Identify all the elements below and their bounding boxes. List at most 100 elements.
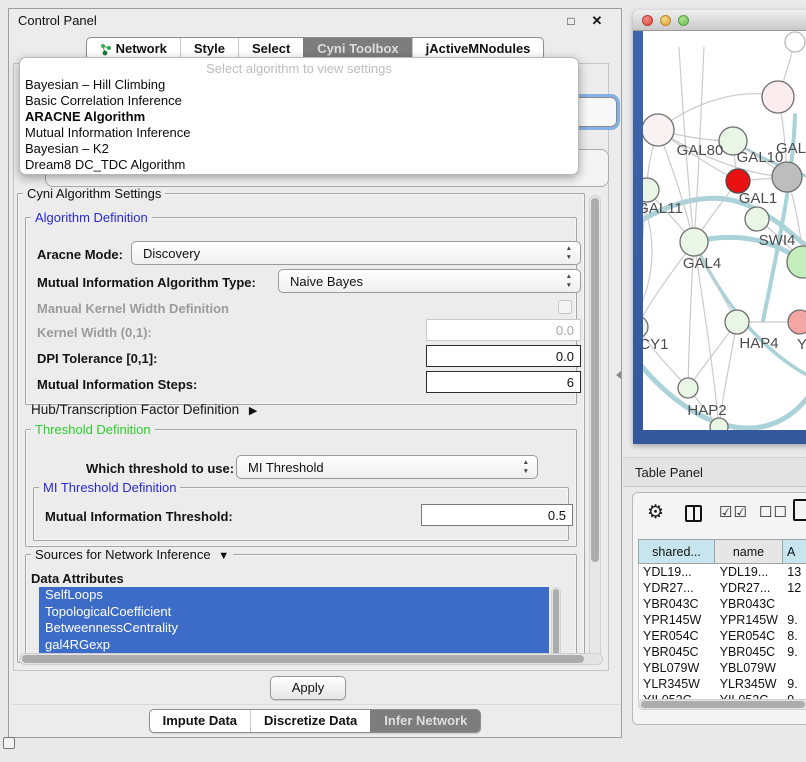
- node-gray[interactable]: [772, 162, 802, 192]
- node-gal4[interactable]: [680, 228, 708, 256]
- kernel-width-label: Kernel Width (0,1):: [37, 325, 152, 340]
- node-swi4[interactable]: [745, 207, 769, 231]
- select-all-checkboxes-icon[interactable]: ☑☑: [719, 503, 748, 521]
- stepper-arrows-icon: ▲▼: [566, 272, 572, 290]
- gear-icon[interactable]: ⚙: [647, 502, 664, 524]
- node-label: GAL11: [643, 200, 683, 217]
- table-row[interactable]: YBL079W YBL079W: [639, 660, 806, 676]
- node-gal-partial[interactable]: [762, 81, 794, 113]
- network-window-titlebar[interactable]: [633, 10, 806, 31]
- table-row[interactable]: YBR045C YBR045C 9.: [639, 644, 806, 660]
- mi-threshold-label: Mutual Information Threshold:: [45, 509, 233, 524]
- mi-steps-field[interactable]: 6: [426, 371, 581, 393]
- node-label: HAP2: [687, 402, 726, 419]
- zoom-traffic-light-icon[interactable]: [678, 15, 689, 26]
- node-label: GCY1: [643, 336, 668, 353]
- attribute-item-selected[interactable]: gal4RGexp: [39, 637, 549, 654]
- close-icon[interactable]: ✕: [587, 9, 607, 33]
- aracne-mode-combobox[interactable]: Discovery ▲▼: [131, 241, 581, 265]
- attribute-item-selected[interactable]: BetweennessCentrality: [39, 620, 549, 637]
- dock-panel-mini-icon[interactable]: [3, 737, 15, 749]
- stepper-arrows-icon: ▲▼: [566, 244, 572, 262]
- cyni-settings-group-title: Cyni Algorithm Settings: [23, 186, 165, 201]
- algorithm-option[interactable]: Mutual Information Inference: [20, 125, 578, 141]
- sources-group-title[interactable]: Sources for Network Inference ▼: [31, 547, 233, 562]
- tab-impute-data[interactable]: Impute Data: [150, 710, 250, 732]
- float-window-icon[interactable]: □: [561, 9, 581, 33]
- node-label: Y: [797, 336, 806, 353]
- attribute-list-scrollbar[interactable]: [551, 587, 561, 657]
- table-header-row: shared... name A: [638, 539, 806, 564]
- dpi-tolerance-field[interactable]: 0.0: [426, 345, 581, 367]
- mi-threshold-field[interactable]: 0.5: [421, 504, 573, 526]
- settings-horizontal-scrollbar[interactable]: [19, 653, 603, 665]
- bottom-tab-bar: Impute Data Discretize Data Infer Networ…: [9, 709, 621, 733]
- node-gal80[interactable]: [643, 114, 674, 146]
- node-gcy1[interactable]: [643, 316, 648, 338]
- settings-vertical-scrollbar[interactable]: [589, 195, 601, 661]
- table-panel: ⚙ ☑☑ ☐☐ shared... name A YDL19... YDL19.…: [632, 492, 806, 725]
- manual-kernel-width-label: Manual Kernel Width Definition: [37, 301, 229, 316]
- data-attributes-label: Data Attributes: [31, 571, 124, 586]
- tab-discretize-data[interactable]: Discretize Data: [250, 710, 370, 732]
- column-header-shared-name[interactable]: shared...: [638, 539, 715, 564]
- table-row[interactable]: YDL19... YDL19... 13: [639, 564, 806, 580]
- tab-infer-network[interactable]: Infer Network: [370, 710, 480, 732]
- dropdown-placeholder: Select algorithm to view settings: [20, 60, 578, 77]
- algorithm-option[interactable]: Basic Correlation Inference: [20, 93, 578, 109]
- node-partial-bottom[interactable]: [710, 418, 728, 430]
- which-threshold-combobox[interactable]: MI Threshold ▲▼: [236, 455, 538, 479]
- node-label: GAL80: [677, 142, 724, 159]
- node-table: shared... name A YDL19... YDL19... 13 YD…: [638, 539, 806, 701]
- node-hap4[interactable]: [725, 310, 749, 334]
- algorithm-option[interactable]: Bayesian – Hill Climbing: [20, 77, 578, 93]
- algorithm-dropdown-list: Select algorithm to view settings Bayesi…: [19, 57, 579, 175]
- table-horizontal-scrollbar[interactable]: [638, 699, 806, 710]
- table-row[interactable]: YDR27... YDR27... 12: [639, 580, 806, 596]
- attribute-item-selected[interactable]: SelfLoops: [39, 587, 549, 604]
- mi-algorithm-type-combobox[interactable]: Naive Bayes ▲▼: [278, 269, 581, 293]
- apply-button[interactable]: Apply: [270, 676, 346, 700]
- node-label: GAL4: [683, 255, 721, 272]
- network-canvas[interactable]: GAL GAL80 GAL10 GAL1 GAL11 SWI4 GAL4 GCY…: [643, 31, 806, 430]
- close-traffic-light-icon[interactable]: [642, 15, 653, 26]
- algorithm-option-selected[interactable]: ARACNE Algorithm: [20, 109, 578, 125]
- columns-icon[interactable]: [685, 505, 702, 522]
- table-row[interactable]: YLR345W YLR345W 9.: [639, 676, 806, 692]
- node-salmon[interactable]: [788, 310, 806, 334]
- table-panel-title: Table Panel: [635, 465, 703, 480]
- table-row[interactable]: YER054C YER054C 8.: [639, 628, 806, 644]
- export-table-icon[interactable]: [793, 499, 806, 521]
- manual-kernel-width-checkbox[interactable]: [558, 300, 572, 314]
- algorithm-option[interactable]: Dream8 DC_TDC Algorithm: [20, 157, 578, 173]
- table-row[interactable]: YBR043C YBR043C: [639, 596, 806, 612]
- column-header-partial[interactable]: A: [783, 539, 806, 564]
- minimize-traffic-light-icon[interactable]: [660, 15, 671, 26]
- node-partial-top[interactable]: [785, 32, 805, 52]
- table-row[interactable]: YPR145W YPR145W 9.: [639, 612, 806, 628]
- hub-section-header[interactable]: Hub/Transcription Factor Definition ▶: [31, 402, 257, 417]
- collapse-triangle-icon: ▶: [249, 405, 257, 417]
- panel-splitter-handle[interactable]: [616, 371, 621, 379]
- mi-algorithm-type-label: Mutual Information Algorithm Type:: [37, 275, 256, 290]
- mi-steps-label: Mutual Information Steps:: [37, 377, 197, 392]
- network-window: GAL GAL80 GAL10 GAL1 GAL11 SWI4 GAL4 GCY…: [633, 10, 806, 444]
- deselect-all-checkboxes-icon[interactable]: ☐☐: [759, 503, 788, 521]
- kernel-width-field[interactable]: 0.0: [426, 319, 581, 341]
- column-header-name[interactable]: name: [715, 539, 783, 564]
- control-panel-window: Control Panel □ ✕ Network Style Select C…: [8, 8, 622, 738]
- network-icon: [100, 43, 112, 56]
- node-hap2[interactable]: [678, 378, 698, 398]
- control-panel-title: Control Panel: [18, 13, 97, 28]
- node-label: HAP4: [739, 335, 778, 352]
- which-threshold-label: Which threshold to use:: [86, 461, 234, 476]
- table-body: YDL19... YDL19... 13 YDR27... YDR27... 1…: [638, 564, 806, 701]
- attribute-item-selected[interactable]: TopologicalCoefficient: [39, 604, 549, 621]
- control-panel-titlebar: Control Panel: [9, 9, 621, 33]
- data-attributes-list: SelfLoops TopologicalCoefficient Between…: [39, 587, 549, 657]
- algorithm-definition-title: Algorithm Definition: [31, 210, 152, 225]
- node-gal11[interactable]: [643, 178, 659, 202]
- algorithm-option[interactable]: Bayesian – K2: [20, 141, 578, 157]
- threshold-definition-title: Threshold Definition: [31, 422, 155, 437]
- mi-threshold-group-title: MI Threshold Definition: [39, 480, 180, 495]
